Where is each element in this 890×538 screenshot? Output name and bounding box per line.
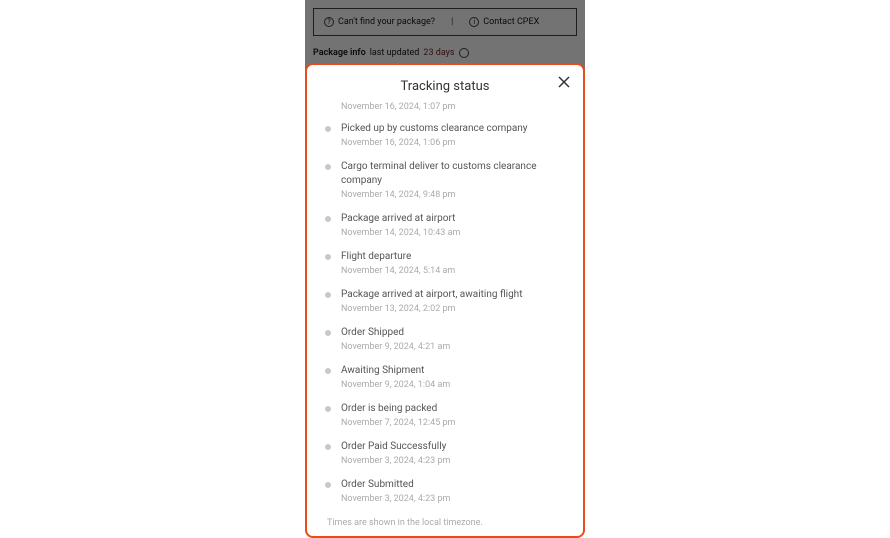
dot-icon <box>325 482 331 488</box>
timeline-date: November 9, 2024, 1:04 am <box>341 380 569 390</box>
tracking-status-modal: Tracking status November 16, 2024, 1:07 … <box>305 63 585 538</box>
close-button[interactable] <box>557 75 571 89</box>
timeline-date: November 16, 2024, 1:06 pm <box>341 138 569 148</box>
timeline-item: Package arrived at airport November 14, 2… <box>325 212 569 250</box>
timeline-list[interactable]: November 16, 2024, 1:07 pm Picked up by c… <box>307 102 583 536</box>
timeline-item: Flight departure November 14, 2024, 5:14 … <box>325 250 569 288</box>
dot-icon <box>325 330 331 336</box>
dot-icon <box>325 368 331 374</box>
timeline-status: Order Shipped <box>341 326 569 340</box>
modal-title: Tracking status <box>401 79 490 94</box>
close-icon <box>558 76 570 88</box>
timeline-date: November 3, 2024, 4:23 pm <box>341 494 569 504</box>
timeline-date: November 14, 2024, 5:14 am <box>341 266 569 276</box>
timeline-item: November 16, 2024, 1:07 pm <box>325 102 569 122</box>
timeline-date: November 16, 2024, 1:07 pm <box>341 102 569 112</box>
timeline-date: November 3, 2024, 4:23 pm <box>341 456 569 466</box>
timeline-status: Order Submitted <box>341 478 569 492</box>
timeline-status: Picked up by customs clearance company <box>341 122 569 136</box>
timeline-status: Awaiting Shipment <box>341 364 569 378</box>
modal-backdrop <box>305 0 585 70</box>
dot-icon <box>325 216 331 222</box>
timeline-item: Picked up by customs clearance company No… <box>325 122 569 160</box>
dot-icon <box>325 444 331 450</box>
timeline-status: Cargo terminal deliver to customs cleara… <box>341 160 569 188</box>
timeline-item: Order Submitted November 3, 2024, 4:23 pm <box>325 478 569 516</box>
timeline-status: Flight departure <box>341 250 569 264</box>
timeline-status: Package arrived at airport <box>341 212 569 226</box>
dot-icon <box>325 164 331 170</box>
timeline-item: Order Paid Successfully November 3, 2024,… <box>325 440 569 478</box>
timeline-date: November 7, 2024, 12:45 pm <box>341 418 569 428</box>
timezone-note: Times are shown in the local timezone. <box>325 516 569 534</box>
timeline-date: November 13, 2024, 2:02 pm <box>341 304 569 314</box>
modal-header: Tracking status <box>307 65 583 102</box>
timeline-date: November 9, 2024, 4:21 am <box>341 342 569 352</box>
timeline-item: Order is being packed November 7, 2024, 1… <box>325 402 569 440</box>
timeline-status: Order is being packed <box>341 402 569 416</box>
dot-icon <box>325 126 331 132</box>
timeline-date: November 14, 2024, 9:48 pm <box>341 190 569 200</box>
timeline-item: Cargo terminal deliver to customs cleara… <box>325 160 569 212</box>
timeline-status: Package arrived at airport, awaiting fli… <box>341 288 569 302</box>
dot-icon <box>325 406 331 412</box>
dot-icon <box>325 292 331 298</box>
timeline-item: Order Shipped November 9, 2024, 4:21 am <box>325 326 569 364</box>
timeline-date: November 14, 2024, 10:43 am <box>341 228 569 238</box>
timeline-item: Awaiting Shipment November 9, 2024, 1:04 … <box>325 364 569 402</box>
timeline-status: Order Paid Successfully <box>341 440 569 454</box>
timeline-item: Package arrived at airport, awaiting fli… <box>325 288 569 326</box>
dot-icon <box>325 254 331 260</box>
